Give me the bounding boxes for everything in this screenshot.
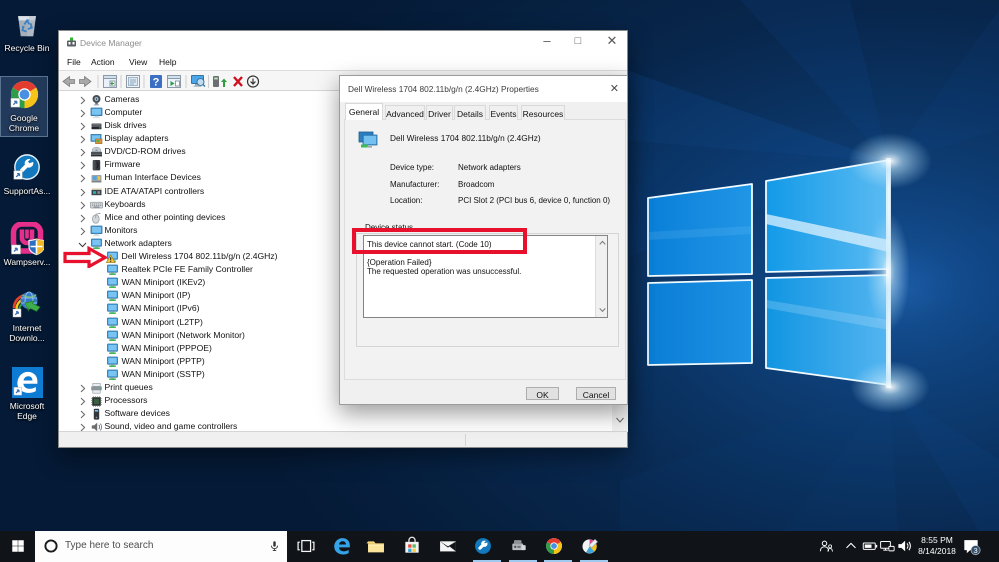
svg-text:?: ? — [153, 77, 160, 89]
svg-text:3: 3 — [973, 546, 977, 555]
